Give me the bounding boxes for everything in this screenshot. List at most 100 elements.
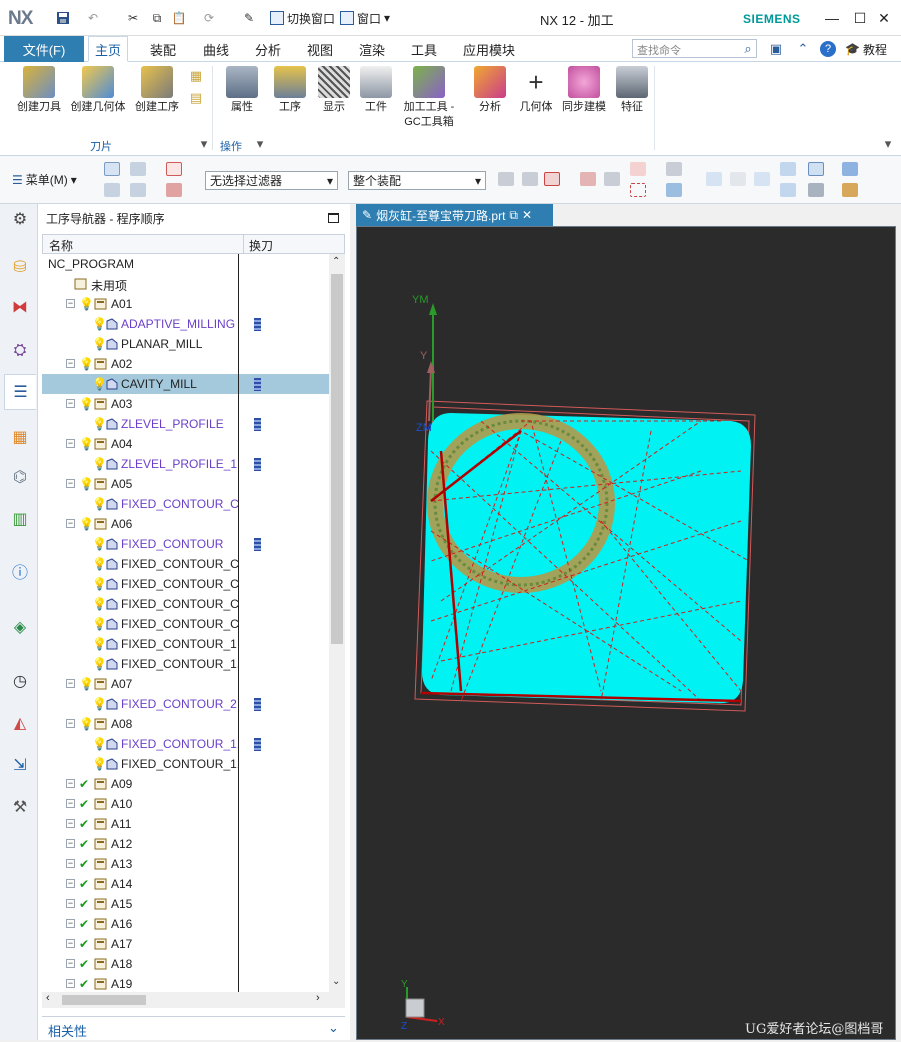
create-geometry-button[interactable]: 创建几何体 [68,66,128,115]
vertical-scrollbar[interactable]: ⌃ ⌄ [329,254,345,992]
display-button[interactable]: 显示 [316,66,352,115]
scroll-right-icon[interactable]: › [316,992,320,1004]
roles-icon[interactable]: ⚒ [9,796,31,818]
collapse-toggle-icon[interactable]: − [66,839,75,848]
group-dropdown-icon[interactable]: ▾ [252,136,268,152]
operation-row[interactable]: 💡 ADAPTIVE_MILLING [42,314,329,334]
scroll-down-icon[interactable]: ⌄ [332,976,340,987]
process-studio-icon[interactable]: ⇲ [9,754,31,776]
navigator-view-icon[interactable] [104,162,120,176]
tab-analysis[interactable]: 分析 [249,36,287,62]
program-group-row[interactable]: − 💡 A02 [42,354,329,374]
operation-navigator-icon[interactable]: ☰ [4,374,36,410]
operation-row[interactable]: 💡 FIXED_CONTOUR [42,534,329,554]
snap-point-icon[interactable] [522,172,538,186]
float-tab-icon[interactable]: ⧉ [509,208,518,223]
collapse-toggle-icon[interactable]: − [66,299,75,308]
operation-button[interactable]: 工序 [272,66,308,115]
program-group-row[interactable]: − 💡 A08 [42,714,329,734]
undo-icon[interactable]: ↶ [84,9,102,27]
program-group-row[interactable]: − ✔ A14 [42,874,329,894]
generate-icon[interactable] [166,183,182,197]
history-clock-icon[interactable]: ◷ [9,670,31,692]
program-group-row[interactable]: − 💡 A05 [42,474,329,494]
program-group-row[interactable]: − 💡 A04 [42,434,329,454]
method-view-icon[interactable] [130,183,146,197]
snap-icon[interactable] [498,172,514,186]
collapse-toggle-icon[interactable]: − [66,479,75,488]
collapse-toggle-icon[interactable]: − [66,979,75,988]
program-group-row[interactable]: − ✔ A18 [42,954,329,974]
rotate-icon[interactable] [754,172,770,186]
touch-mode-icon[interactable]: ✎ [240,9,258,27]
layer-icon[interactable] [808,162,824,176]
close-icon[interactable]: ✕ [874,8,894,28]
operation-row[interactable]: 💡 ZLEVEL_PROFILE [42,414,329,434]
chevron-down-icon[interactable]: ⌄ [328,1020,339,1036]
collapse-toggle-icon[interactable]: − [66,959,75,968]
program-group-row[interactable]: − 💡 A06 [42,514,329,534]
render-mode-icon[interactable] [808,183,824,197]
collapse-toggle-icon[interactable]: − [66,919,75,928]
operation-row[interactable]: 💡 FIXED_CONTOUR_C... [42,494,329,514]
system-materials-icon[interactable]: ◭ [9,712,31,734]
tab-curve[interactable]: 曲线 [197,36,235,62]
collapse-ribbon-icon[interactable]: ⌃ [795,41,811,57]
column-header-tool-change[interactable]: 换刀 [249,237,273,254]
collapse-toggle-icon[interactable]: − [66,939,75,948]
program-group-row[interactable]: − 💡 A07 [42,674,329,694]
switch-window-button[interactable]: 切换窗口 [270,8,335,28]
tab-view[interactable]: 视图 [301,36,339,62]
tab-render[interactable]: 渲染 [353,36,391,62]
collapse-toggle-icon[interactable]: − [66,439,75,448]
operation-row[interactable]: 💡 FIXED_CONTOUR_2 [42,694,329,714]
properties-button[interactable]: 属性 [222,66,262,115]
toolpath-icon[interactable] [166,162,182,176]
collapse-toggle-icon[interactable]: − [66,519,75,528]
program-group-row[interactable]: − ✔ A10 [42,794,329,814]
snap-end-icon[interactable] [580,172,596,186]
snap-filter-icon[interactable] [544,172,560,186]
operation-row[interactable]: 💡 CAVITY_MILL [42,374,329,394]
create-program-icon[interactable]: ▤ [188,90,204,106]
maximize-icon[interactable]: ☐ [850,8,870,28]
selection-filter-select[interactable]: 无选择过滤器 ▾ [205,171,338,190]
operation-row[interactable]: 💡 FIXED_CONTOUR_C... [42,594,329,614]
geometry-view-icon[interactable] [130,162,146,176]
create-method-icon[interactable]: ▦ [188,68,204,84]
collapse-toggle-icon[interactable]: − [66,359,75,368]
erase-icon[interactable] [666,162,682,176]
minimize-icon[interactable]: — [822,8,842,28]
paste-icon[interactable]: 📋 [170,9,188,27]
reuse-library-icon[interactable]: ▥ [9,508,31,530]
program-group-row[interactable]: − ✔ A16 [42,914,329,934]
operation-row[interactable]: 💡 FIXED_CONTOUR_C... [42,614,329,634]
command-search-input[interactable]: 查找命令 [632,39,757,58]
collapse-toggle-icon[interactable]: − [66,879,75,888]
operation-row[interactable]: 💡 FIXED_CONTOUR_1 [42,634,329,654]
gear-icon[interactable]: ⚙ [9,208,31,230]
fullscreen-icon[interactable]: ▣ [768,41,784,57]
operation-row[interactable]: 💡 PLANAR_MILL [42,334,329,354]
dependencies-panel-header[interactable]: 相关性 ⌄ [42,1016,345,1040]
collapse-toggle-icon[interactable]: − [66,899,75,908]
constraint-navigator-icon[interactable]: ⧓ [9,296,31,318]
search-icon[interactable]: ⌕ [740,41,756,57]
web-browser-icon[interactable]: ◈ [9,616,31,638]
pen-icon[interactable] [780,162,796,176]
program-group-row[interactable]: − ✔ A19 [42,974,329,992]
feature-button[interactable]: 特征 [614,66,650,115]
program-group-row[interactable]: − 💡 A03 [42,394,329,414]
tab-applications[interactable]: 应用模块 [457,36,521,62]
snap-center-icon[interactable] [630,162,646,176]
collapse-toggle-icon[interactable]: − [66,859,75,868]
tab-home[interactable]: 主页 [88,36,129,62]
snap-mid-icon[interactable] [604,172,620,186]
tab-tools[interactable]: 工具 [405,36,443,62]
machine-navigator-icon[interactable]: ▦ [9,426,31,448]
material-icon[interactable] [842,183,858,197]
program-group-row[interactable]: − ✔ A09 [42,774,329,794]
shade-icon[interactable] [780,183,796,197]
program-group-row[interactable]: − ✔ A15 [42,894,329,914]
operation-row[interactable]: 💡 FIXED_CONTOUR_1... [42,754,329,774]
